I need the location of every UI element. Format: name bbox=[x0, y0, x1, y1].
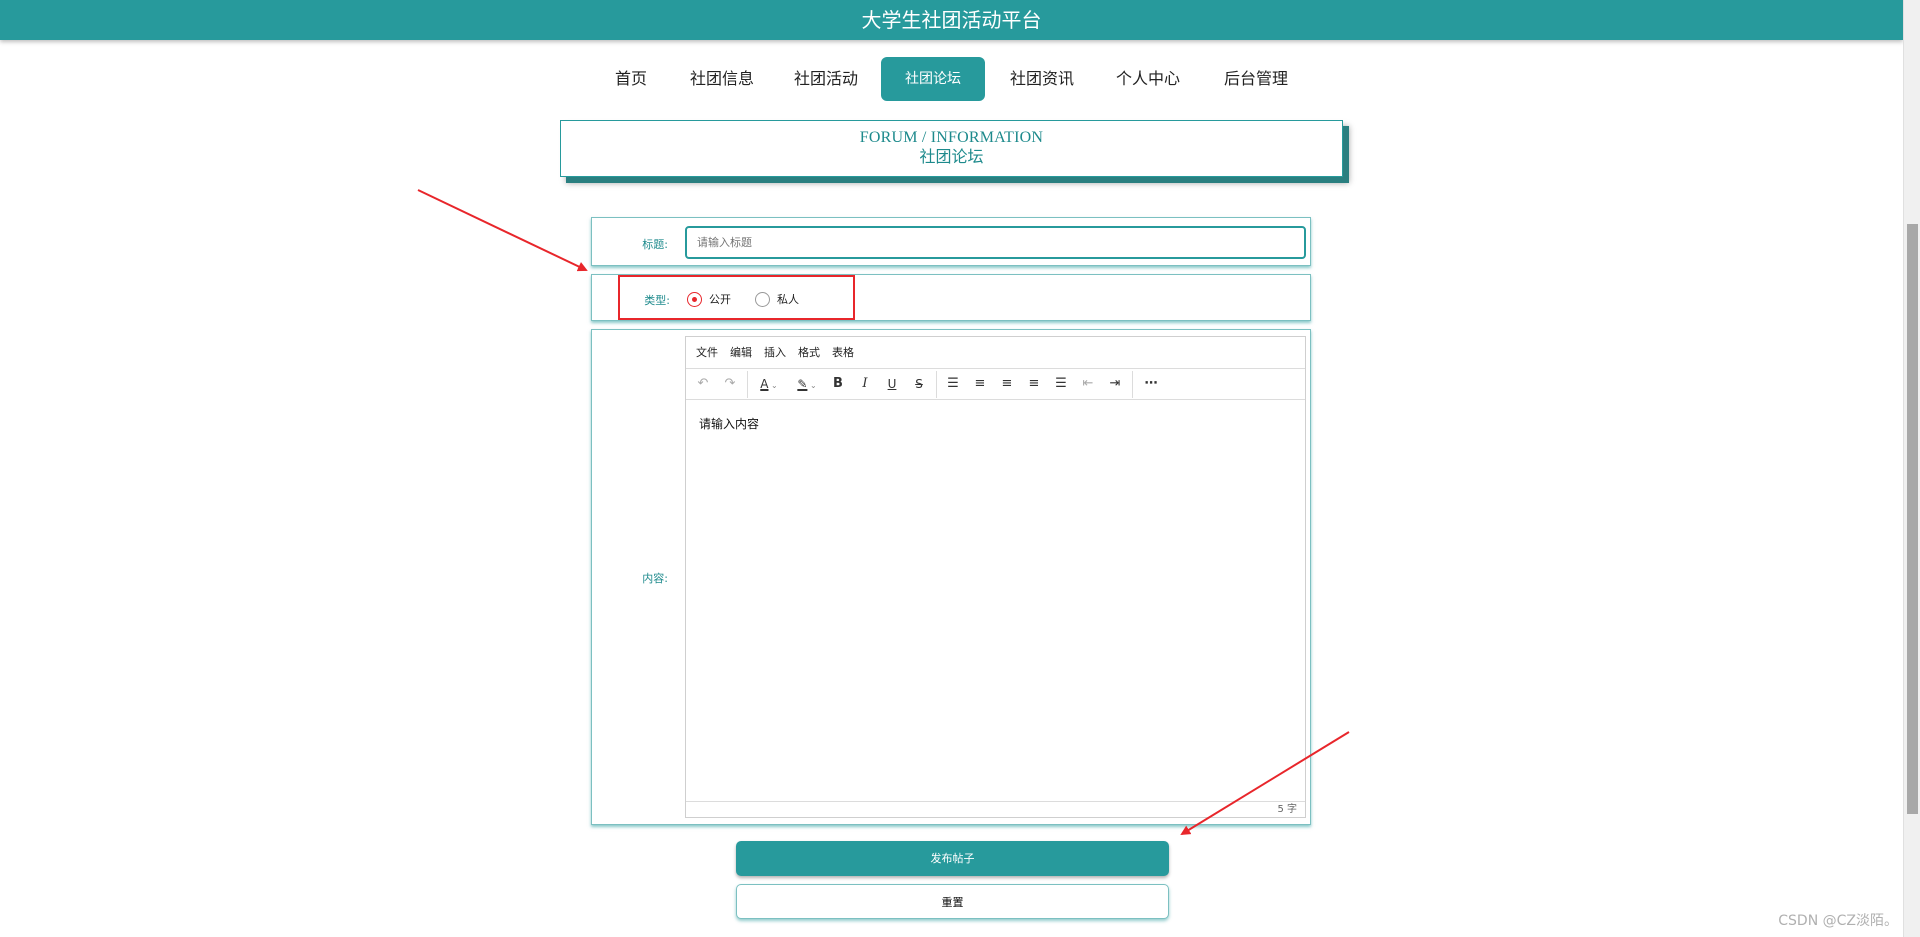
text-color-icon[interactable]: A ⌄ bbox=[752, 373, 786, 395]
menu-edit[interactable]: 编辑 bbox=[730, 346, 752, 359]
radio-public[interactable] bbox=[687, 292, 702, 307]
nav-item-admin[interactable]: 后台管理 bbox=[1218, 57, 1294, 101]
title-input[interactable] bbox=[685, 226, 1306, 259]
toolbar-separator bbox=[936, 371, 937, 398]
watermark: CSDN @CZ淡陌。 bbox=[1778, 913, 1898, 929]
editor-content-area[interactable]: 请输入内容 bbox=[686, 401, 1305, 801]
menu-table[interactable]: 表格 bbox=[832, 346, 854, 359]
redo-icon[interactable]: ↷ bbox=[719, 373, 741, 395]
type-row: 类型: 公开 私人 bbox=[591, 274, 1311, 321]
vertical-scrollbar[interactable] bbox=[1903, 0, 1920, 937]
align-center-icon[interactable]: ≡ bbox=[996, 373, 1018, 395]
indent-icon[interactable]: ⇥ bbox=[1104, 373, 1126, 395]
nav-item-forum[interactable]: 社团论坛 bbox=[881, 57, 985, 101]
align-justify-icon[interactable]: ☰ bbox=[1050, 373, 1072, 395]
radio-public-label[interactable]: 公开 bbox=[709, 292, 731, 307]
highlight-color-icon[interactable]: ✎ ⌄ bbox=[790, 373, 824, 395]
editor-menubar: 文件 编辑 插入 格式 表格 bbox=[686, 337, 1305, 369]
scrollbar-thumb[interactable] bbox=[1907, 224, 1918, 814]
more-icon[interactable]: ⋯ bbox=[1140, 373, 1162, 395]
strikethrough-icon[interactable]: S bbox=[908, 373, 930, 395]
main-nav: 首页 社团信息 社团活动 社团论坛 社团资讯 个人中心 后台管理 bbox=[0, 57, 1903, 101]
nav-item-club-info[interactable]: 社团信息 bbox=[684, 57, 760, 101]
content-row: 内容: 文件 编辑 插入 格式 表格 ↶ ↷ A ⌄ ✎ ⌄ B I U S ☰ ≡ ≡… bbox=[591, 329, 1311, 825]
publish-post-button[interactable]: 发布帖子 bbox=[736, 841, 1169, 876]
section-header-en: FORUM / INFORMATION bbox=[859, 129, 1044, 146]
bold-icon[interactable]: B bbox=[827, 373, 849, 395]
rich-text-editor: 文件 编辑 插入 格式 表格 ↶ ↷ A ⌄ ✎ ⌄ B I U S ☰ ≡ ≡ ≡ ☰… bbox=[685, 336, 1306, 818]
reset-button[interactable]: 重置 bbox=[736, 884, 1169, 919]
annotation-highlight-box: 类型: 公开 私人 bbox=[618, 275, 855, 320]
nav-item-personal-center[interactable]: 个人中心 bbox=[1110, 57, 1186, 101]
editor-toolbar: ↶ ↷ A ⌄ ✎ ⌄ B I U S ☰ ≡ ≡ ≡ ☰ ⇤ ⇥ ⋯ bbox=[686, 369, 1305, 400]
type-label: 类型: bbox=[644, 294, 670, 307]
menu-file[interactable]: 文件 bbox=[696, 346, 718, 359]
radio-private[interactable] bbox=[755, 292, 770, 307]
app-title: 大学生社团活动平台 bbox=[861, 8, 1042, 32]
align-left-icon[interactable]: ≡ bbox=[969, 373, 991, 395]
title-label: 标题: bbox=[642, 238, 668, 251]
section-header: FORUM / INFORMATION 社团论坛 bbox=[560, 120, 1343, 177]
word-count: 5 字 bbox=[1277, 804, 1297, 815]
underline-icon[interactable]: U bbox=[881, 373, 903, 395]
align-right-icon[interactable]: ≡ bbox=[1023, 373, 1045, 395]
nav-item-home[interactable]: 首页 bbox=[606, 57, 656, 101]
section-header-cn: 社团论坛 bbox=[919, 147, 984, 166]
nav-item-club-news[interactable]: 社团资讯 bbox=[1004, 57, 1080, 101]
toolbar-separator bbox=[747, 371, 748, 398]
outdent-icon[interactable]: ⇤ bbox=[1077, 373, 1099, 395]
annotation-arrow-type bbox=[417, 189, 588, 272]
title-row: 标题: bbox=[591, 217, 1311, 266]
list-icon[interactable]: ☰ bbox=[942, 373, 964, 395]
italic-icon[interactable]: I bbox=[854, 373, 876, 395]
nav-item-club-activities[interactable]: 社团活动 bbox=[788, 57, 864, 101]
editor-content-text: 请输入内容 bbox=[699, 417, 760, 431]
toolbar-separator bbox=[1132, 371, 1133, 398]
menu-insert[interactable]: 插入 bbox=[764, 346, 786, 359]
content-label: 内容: bbox=[642, 572, 668, 585]
editor-statusbar: 5 字 bbox=[686, 801, 1305, 817]
app-title-bar: 大学生社团活动平台 bbox=[0, 0, 1903, 40]
undo-icon[interactable]: ↶ bbox=[692, 373, 714, 395]
menu-format[interactable]: 格式 bbox=[798, 346, 820, 359]
radio-private-label[interactable]: 私人 bbox=[777, 292, 799, 307]
